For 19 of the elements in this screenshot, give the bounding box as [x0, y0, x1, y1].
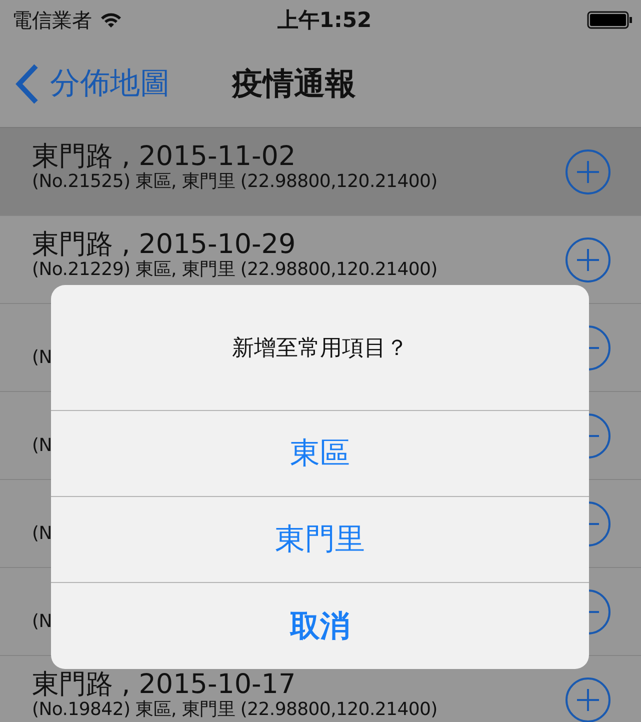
back-button[interactable]: 分佈地圖 [14, 62, 170, 104]
row-subtitle: (No.21229) 東區, 東門里 (22.98800,120.21400) [32, 259, 438, 280]
row-subtitle: (No.21525) 東區, 東門里 (22.98800,120.21400) [32, 171, 438, 192]
row-subtitle: (N [32, 611, 52, 632]
screen-title: 疫情通報 [232, 64, 356, 104]
row-title: 東門路 , 2015-10-29 [32, 231, 297, 259]
row-subtitle: (N [32, 347, 52, 368]
list-row[interactable]: 東門路 , 2015-11-02 (No.21525) 東區, 東門里 (22.98800,120.21400) [0, 128, 641, 216]
row-title: 東門路 , 2015-10-17 [32, 671, 297, 699]
carrier-name: 電信業者 [12, 6, 92, 34]
alert-message: 新增至常用項目？ [51, 285, 589, 411]
row-subtitle: (No.19842) 東區, 東門里 (22.98800,120.21400) [32, 699, 438, 720]
row-subtitle: (N [32, 523, 52, 544]
alert-button[interactable]: 東區 [51, 411, 589, 497]
alert-button[interactable]: 取消 [51, 583, 589, 669]
alert-button[interactable]: 東門里 [51, 497, 589, 583]
clock-time: 上午1:52 [277, 7, 372, 34]
row-title: 東門路 , 2015-11-02 [32, 143, 297, 171]
row-subtitle: (N [32, 435, 52, 456]
